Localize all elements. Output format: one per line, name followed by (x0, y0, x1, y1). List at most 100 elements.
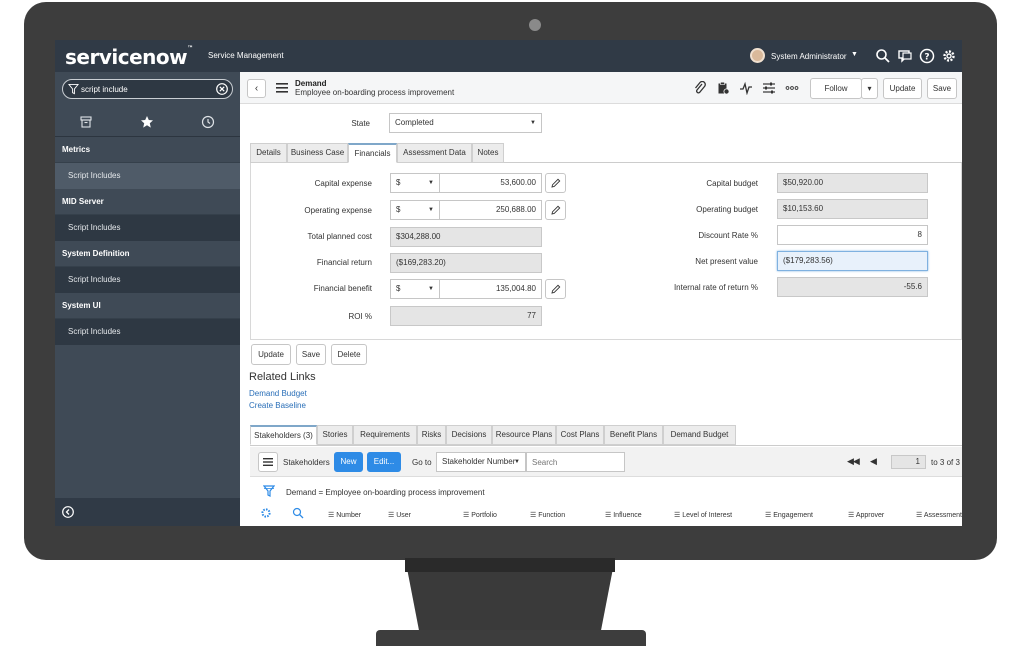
column-user[interactable]: ☰ User (388, 511, 411, 519)
tab-stories[interactable]: Stories (317, 425, 353, 445)
tab-financials[interactable]: Financials (348, 143, 397, 163)
record-type: Demand (295, 79, 327, 88)
user-name[interactable]: System Administrator (771, 52, 847, 61)
column-level-of-interest[interactable]: ☰ Level of Interest (674, 511, 732, 519)
goto-field-select[interactable]: Stakeholder Number ▼ (436, 452, 526, 472)
state-select[interactable]: Completed ▼ (389, 113, 542, 133)
form-update-button[interactable]: Update (251, 344, 291, 365)
previous-page-icon[interactable]: ◀ (870, 456, 877, 467)
nav-group-system-definition[interactable]: System Definition (55, 241, 240, 267)
nav-item-system-ui-script-includes[interactable]: Script Includes (55, 319, 240, 345)
pencil-icon (551, 178, 561, 188)
tab-notes[interactable]: Notes (472, 143, 504, 163)
nav-group-metrics[interactable]: Metrics (55, 137, 240, 163)
tab-assessment-data[interactable]: Assessment Data (397, 143, 472, 163)
financial-benefit-input[interactable]: 135,004.80 (439, 279, 542, 299)
edit-button[interactable]: Edit... (367, 452, 401, 472)
capital-expense-edit-button[interactable] (545, 173, 566, 193)
tab-cost-plans[interactable]: Cost Plans (556, 425, 604, 445)
net-present-value-field[interactable]: ($179,283.56) (777, 251, 928, 271)
chevron-down-icon: ▼ (428, 286, 434, 292)
search-icon[interactable] (292, 507, 304, 519)
tab-risks[interactable]: Risks (417, 425, 446, 445)
navigator-tabs (55, 109, 240, 137)
back-button[interactable]: ‹ (247, 79, 266, 98)
nav-item-mid-server-script-includes[interactable]: Script Includes (55, 215, 240, 241)
capital-budget-label: Capital budget (706, 179, 758, 188)
user-avatar[interactable] (750, 48, 765, 63)
star-icon[interactable] (140, 115, 154, 129)
chat-icon[interactable] (897, 48, 913, 64)
tab-business-case[interactable]: Business Case (287, 143, 348, 163)
column-assessment[interactable]: ☰ Assessment (916, 511, 962, 519)
follow-button[interactable]: Follow (810, 78, 862, 99)
first-page-icon[interactable]: ◀◀ (847, 456, 860, 467)
filter-breadcrumb[interactable]: Demand = Employee on-boarding process im… (286, 488, 485, 497)
gear-icon[interactable] (941, 48, 957, 64)
follow-dropdown-button[interactable]: ▾ (861, 78, 878, 99)
financial-benefit-edit-button[interactable] (545, 279, 566, 299)
list-menu-button[interactable] (258, 452, 278, 472)
servicenow-logo[interactable]: servicenow™ (65, 45, 193, 69)
save-button[interactable]: Save (927, 78, 957, 99)
operating-expense-currency-select[interactable]: $ ▼ (390, 200, 440, 220)
collapse-navigator-icon[interactable] (62, 506, 74, 518)
nav-group-system-ui[interactable]: System UI (55, 293, 240, 319)
page-number-input[interactable]: 1 (891, 455, 926, 469)
nav-item-metrics-script-includes[interactable]: Script Includes (55, 163, 240, 189)
column-portfolio[interactable]: ☰ Portfolio (463, 511, 497, 519)
tab-decisions[interactable]: Decisions (446, 425, 492, 445)
form-delete-button[interactable]: Delete (331, 344, 367, 365)
tab-demand-budget[interactable]: Demand Budget (663, 425, 736, 445)
nav-item-system-definition-script-includes[interactable]: Script Includes (55, 267, 240, 293)
form-save-button[interactable]: Save (296, 344, 326, 365)
tab-requirements[interactable]: Requirements (353, 425, 417, 445)
tab-stakeholders[interactable]: Stakeholders (3) (250, 425, 317, 445)
financial-benefit-currency-select[interactable]: $ ▼ (390, 279, 440, 299)
column-label: Approver (855, 512, 885, 519)
new-button[interactable]: New (334, 452, 363, 472)
tab-details[interactable]: Details (250, 143, 287, 163)
tab-resource-plans[interactable]: Resource Plans (492, 425, 556, 445)
history-icon[interactable] (201, 115, 215, 129)
search-icon[interactable] (875, 48, 891, 64)
filter-icon[interactable] (263, 485, 275, 498)
column-label: Function (538, 512, 566, 519)
discount-rate-input[interactable]: 8 (777, 225, 928, 245)
currency-value: $ (396, 205, 401, 214)
create-baseline-link[interactable]: Create Baseline (249, 401, 306, 410)
state-value: Completed (395, 118, 434, 127)
help-icon[interactable]: ? (919, 48, 935, 64)
column-approver[interactable]: ☰ Approver (848, 511, 884, 519)
column-label: Assessment (923, 512, 962, 519)
operating-expense-input[interactable]: 250,688.00 (439, 200, 542, 220)
chevron-down-icon[interactable]: ▼ (851, 51, 858, 58)
clipboard-icon[interactable] (716, 81, 730, 95)
list-search-input[interactable] (526, 452, 625, 472)
operating-expense-edit-button[interactable] (545, 200, 566, 220)
column-influence[interactable]: ☰ Influence (605, 511, 642, 519)
clear-icon[interactable] (216, 83, 228, 95)
column-number[interactable]: ☰ Number (328, 511, 361, 519)
gear-icon[interactable] (260, 507, 272, 519)
update-button[interactable]: Update (883, 78, 922, 99)
capital-expense-currency-select[interactable]: $ ▼ (390, 173, 440, 193)
more-options-icon[interactable] (785, 81, 799, 95)
total-planned-cost-label: Total planned cost (307, 232, 373, 241)
column-engagement[interactable]: ☰ Engagement (765, 511, 813, 519)
navigator-filter-input[interactable]: script include (62, 79, 233, 99)
nav-group-mid-server[interactable]: MID Server (55, 189, 240, 215)
form-header: ‹ Demand Employee on-boarding process im… (240, 72, 962, 104)
hamburger-menu-icon[interactable] (276, 83, 288, 93)
chevron-down-icon: ▼ (514, 459, 520, 465)
activity-icon[interactable] (739, 81, 753, 95)
sliders-icon[interactable] (762, 81, 776, 95)
tab-benefit-plans[interactable]: Benefit Plans (604, 425, 663, 445)
financial-benefit-label: Financial benefit (313, 284, 372, 293)
paperclip-icon[interactable] (693, 81, 707, 95)
capital-expense-input[interactable]: 53,600.00 (439, 173, 542, 193)
archive-icon[interactable] (79, 115, 93, 129)
demand-budget-link[interactable]: Demand Budget (249, 389, 307, 398)
filter-icon (68, 83, 79, 95)
column-function[interactable]: ☰ Function (530, 511, 565, 519)
